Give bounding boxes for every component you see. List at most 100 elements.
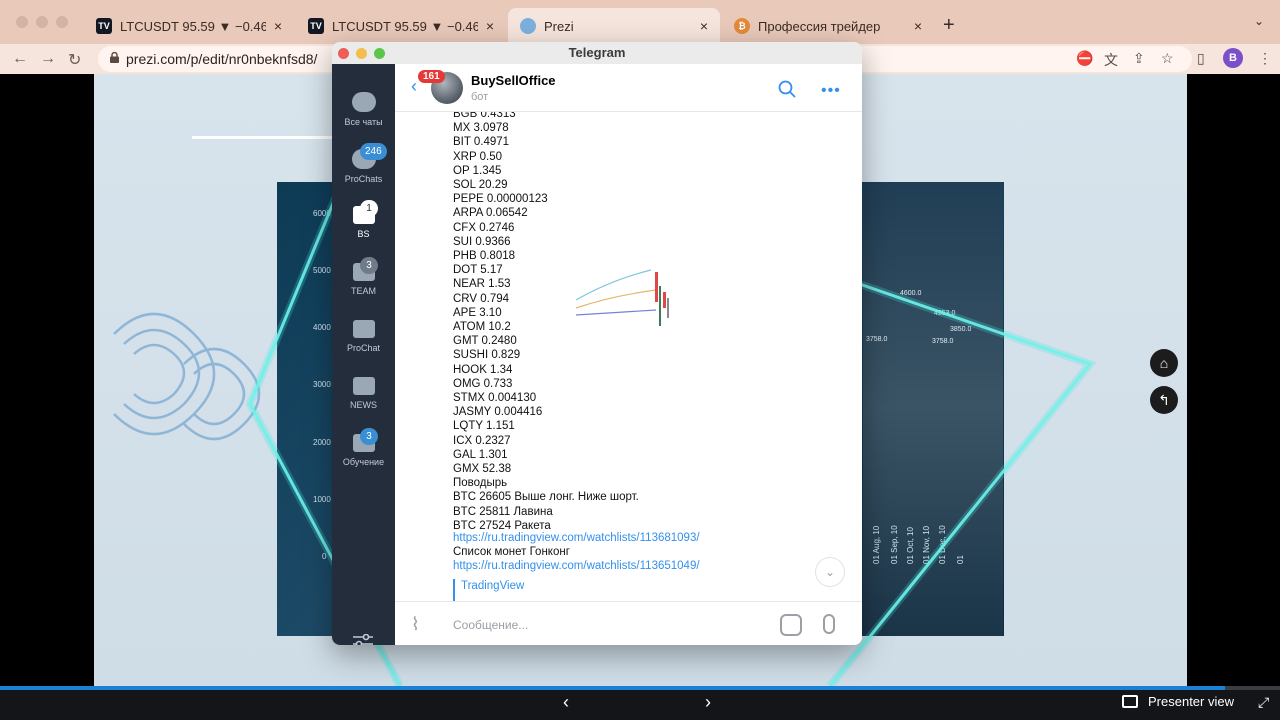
message-list[interactable]: BGB 0.4313 MX 3.0978 BIT 0.4971 XRP 0.50 OP … <box>395 112 862 601</box>
message-line: SUI 0.9366 <box>453 235 511 248</box>
presenter-view-label: Presenter view <box>1148 694 1234 709</box>
message-line: STMX 0.004130 <box>453 392 537 404</box>
message-line: SOL 20.29 <box>453 179 508 191</box>
forward-arrow-icon[interactable]: → <box>40 50 56 68</box>
share-icon[interactable]: ⇪ <box>1133 50 1145 67</box>
sidebar-item-label: TEAM <box>350 286 376 296</box>
message-line: GAL 1.301 <box>453 448 508 461</box>
attach-paperclip-icon[interactable]: ⌇ <box>411 614 420 635</box>
bookmark-star-icon[interactable]: ☆ <box>1161 50 1174 67</box>
message-line: JASMY 0.004416 <box>453 406 543 419</box>
tab-label: LTCUSDT 95.59 ▼ −0.46% My <box>332 18 478 34</box>
back-chevron-icon[interactable]: ‹ <box>411 76 417 97</box>
chat-subtitle: бот <box>471 91 489 103</box>
profile-avatar[interactable]: B <box>1223 48 1243 68</box>
link-preview-bar <box>453 579 455 601</box>
scroll-down-chevron-icon[interactable]: ⌄ <box>815 557 845 587</box>
prezi-icon <box>520 18 536 34</box>
message-line: ICX 0.2327 <box>453 434 511 447</box>
message-line: CRV 0.794 <box>453 292 510 305</box>
search-icon[interactable] <box>778 80 796 98</box>
folder-icon <box>352 377 375 395</box>
message-line: BTC 27524 Ракета <box>453 519 551 532</box>
unread-badge: 1 <box>360 200 378 217</box>
watchlist-link[interactable]: https://ru.tradingview.com/watchlists/11… <box>453 560 700 572</box>
message-line: OP 1.345 <box>453 164 502 177</box>
browser-tab-1[interactable]: TV LTCUSDT 95.59 ▼ −0.46% My × <box>84 8 294 44</box>
sidebar-item-label: BS <box>357 229 370 239</box>
telegram-folder-sidebar: Все чаты ProChats 246 BS 1 TEAM 3 ProCha… <box>332 64 395 645</box>
message-line: GMX 52.38 <box>453 463 512 475</box>
browser-tab-prezi[interactable]: Prezi × <box>508 8 720 44</box>
sidebar-item-label: Обучение <box>342 457 385 467</box>
telegram-close-button[interactable] <box>338 48 349 59</box>
browser-tab-4[interactable]: ₿ Профессия трейдер × <box>722 8 934 44</box>
browser-tab-bar: TV LTCUSDT 95.59 ▼ −0.46% My × TV LTCUSD… <box>0 0 1280 44</box>
sidebar-item-news[interactable]: NEWS <box>332 377 395 410</box>
tab-label: Профессия трейдер <box>758 18 881 34</box>
up-level-icon[interactable]: ↰ <box>1150 386 1178 414</box>
minimize-window-button[interactable] <box>36 16 48 28</box>
chats-icon <box>351 92 376 112</box>
message-line: GMT 0.2480 <box>453 335 517 348</box>
new-tab-button[interactable]: + <box>943 14 955 37</box>
close-icon[interactable]: × <box>486 18 494 34</box>
fullscreen-expand-icon[interactable]: ⤢ <box>1258 694 1269 711</box>
presentation-controls <box>0 686 1280 720</box>
sidebar-item-education[interactable]: Обучение 3 <box>332 428 395 467</box>
sidebar-item-prochats[interactable]: ProChats 246 <box>332 143 395 184</box>
folder-icon <box>352 320 375 338</box>
zoom-window-button[interactable] <box>56 16 68 28</box>
presenter-view-button[interactable]: Presenter view <box>1122 694 1234 709</box>
chat-name[interactable]: BuySellOffice <box>471 73 556 88</box>
translate-icon[interactable]: 文 <box>1104 50 1118 70</box>
microphone-icon[interactable] <box>823 614 835 634</box>
lock-icon <box>110 52 119 63</box>
message-line: ARPA 0.06542 <box>453 207 528 220</box>
unread-badge: 3 <box>360 257 378 274</box>
close-icon[interactable]: × <box>700 18 708 34</box>
settings-sliders-icon[interactable] <box>352 634 374 645</box>
telegram-minimize-button[interactable] <box>356 48 367 59</box>
browser-tab-2[interactable]: TV LTCUSDT 95.59 ▼ −0.46% My × <box>296 8 506 44</box>
sidebar-item-label: ProChat <box>346 343 381 353</box>
message-line: PEPE 0.00000123 <box>453 193 548 206</box>
telegram-zoom-button[interactable] <box>374 48 385 59</box>
next-step-icon[interactable]: › <box>705 692 711 713</box>
sidebar-item-team[interactable]: TEAM 3 <box>332 257 395 296</box>
message-line: HOOK 1.34 <box>453 363 513 376</box>
presenter-view-icon <box>1122 695 1138 708</box>
home-icon[interactable]: ⌂ <box>1150 349 1178 377</box>
browser-menu-icon[interactable]: ⋮ <box>1258 50 1272 67</box>
side-panel-icon[interactable]: ▯ <box>1197 50 1205 67</box>
tab-search-chevron-icon[interactable]: ⌄ <box>1254 14 1264 28</box>
previous-step-icon[interactable]: ‹ <box>563 692 569 713</box>
close-icon[interactable]: × <box>914 18 922 34</box>
sticker-icon[interactable] <box>780 614 802 636</box>
message-line: DOT 5.17 <box>453 264 503 277</box>
message-line: BGB 0.4313 <box>453 112 516 120</box>
unread-badge: 246 <box>360 143 387 160</box>
message-line: XRP 0.50 <box>453 150 503 163</box>
back-arrow-icon[interactable]: ← <box>12 50 28 68</box>
close-icon[interactable]: × <box>274 18 282 34</box>
link-preview-title[interactable]: TradingView <box>461 580 524 592</box>
message-line: MX 3.0978 <box>453 122 509 135</box>
sidebar-item-all-chats[interactable]: Все чаты <box>332 92 395 127</box>
sidebar-item-label: ProChats <box>344 174 383 184</box>
extension-icon[interactable]: ⛔ <box>1076 50 1093 67</box>
message-line: Поводырь <box>453 477 508 490</box>
watchlist-link[interactable]: https://ru.tradingview.com/watchlists/11… <box>453 532 700 544</box>
message-line: BTC 26605 Выше лонг. Ниже шорт. <box>453 491 639 504</box>
tradingview-icon: TV <box>96 18 112 34</box>
sidebar-item-label: Все чаты <box>344 117 383 127</box>
tab-label: Prezi <box>544 18 574 34</box>
message-line: APE 3.10 <box>453 306 502 319</box>
more-options-icon[interactable]: ••• <box>821 82 841 100</box>
sidebar-item-prochat[interactable]: ProChat <box>332 320 395 353</box>
message-line: OMG 0.733 <box>453 377 513 390</box>
message-input[interactable]: Сообщение... <box>453 618 528 632</box>
close-window-button[interactable] <box>16 16 28 28</box>
sidebar-item-bs[interactable]: BS 1 <box>332 200 395 239</box>
reload-icon[interactable]: ↻ <box>68 50 81 70</box>
